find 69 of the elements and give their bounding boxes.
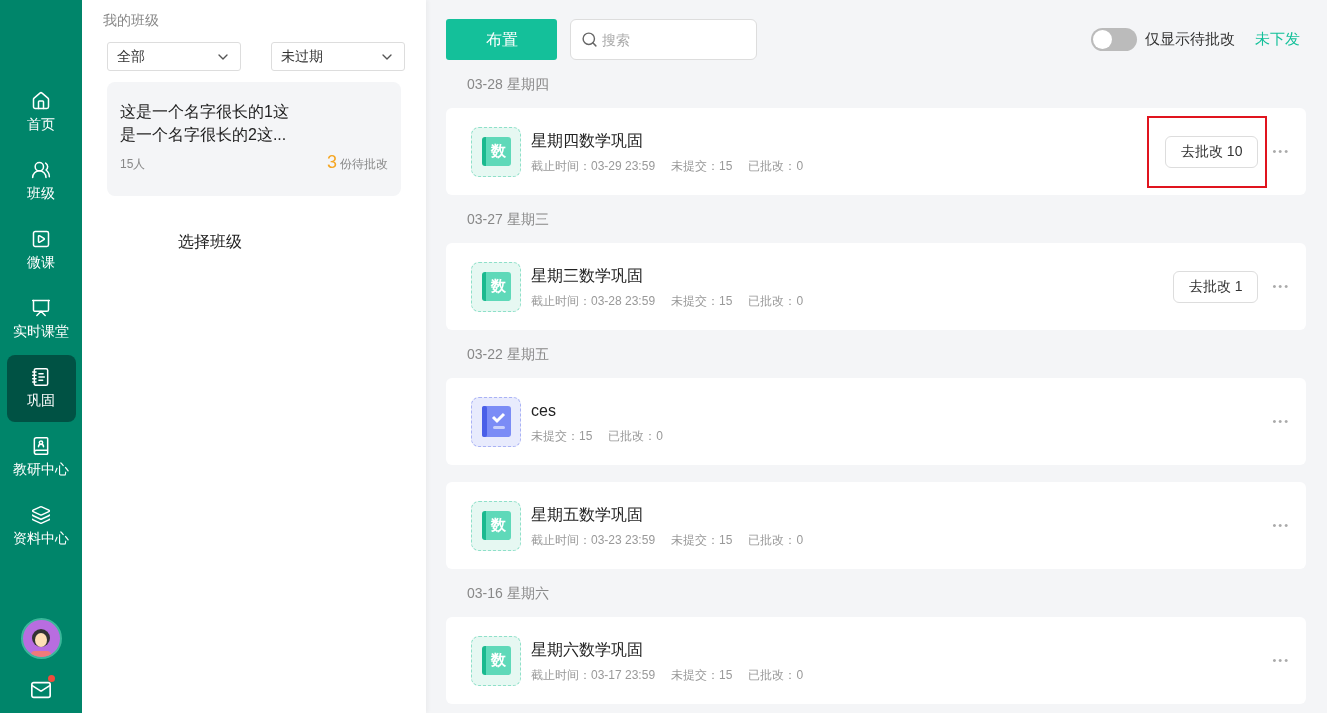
select-class-prompt: 选择班级 — [178, 232, 243, 252]
task-meta: 未提交：15 — [671, 157, 733, 175]
task-meta: 已批改：0 — [748, 666, 804, 684]
people-icon — [31, 159, 51, 180]
nav-item[interactable]: 首页 — [6, 79, 76, 146]
date-heading: 03-28 星期四 — [466, 75, 550, 94]
task-card[interactable]: 数 星期四数学巩固 截止时间：03-29 23:59 未提交：15 已批改：0 去批改 10 ••• — [446, 108, 1306, 195]
toggle-label: 仅显示待批改 — [1145, 29, 1235, 50]
grade-button[interactable]: 去批改 1 — [1172, 270, 1259, 303]
more-button[interactable]: ••• — [1272, 413, 1290, 430]
pending-label: 份待批改 — [340, 156, 388, 173]
task-meta: 未提交：15 — [671, 292, 733, 310]
panel-title: 我的班级 — [103, 11, 160, 30]
play-screen-icon — [31, 228, 51, 249]
member-count: 15人 — [120, 156, 146, 173]
task-meta: 已批改：0 — [748, 157, 804, 175]
task-meta: 已批改：0 — [748, 292, 804, 310]
grade-button[interactable]: 去批改 10 — [1164, 135, 1259, 168]
search-icon — [581, 31, 598, 48]
task-card[interactable]: 数 星期六数学巩固 截止时间：03-17 23:59 未提交：15 已批改：0 ••• — [446, 617, 1306, 704]
nav-item[interactable]: 教研中心 — [6, 424, 76, 491]
nav-item[interactable]: 巩固 — [6, 355, 76, 422]
nav-item[interactable]: 微课 — [6, 217, 76, 284]
more-button[interactable]: ••• — [1272, 278, 1290, 295]
class-card[interactable]: 这是一个名字很长的1这是一个名字很长的2这... 15人 3 份待批改 — [107, 82, 401, 196]
date-heading: 03-27 星期三 — [466, 210, 550, 229]
more-button[interactable]: ••• — [1272, 652, 1290, 669]
task-title: 星期六数学巩固 — [531, 639, 644, 660]
nav-item[interactable]: 班级 — [6, 148, 76, 215]
assign-button[interactable]: 布置 — [446, 19, 557, 60]
more-button[interactable]: ••• — [1272, 143, 1290, 160]
task-card[interactable]: ces 未提交：15 已批改：0 ••• — [446, 378, 1306, 465]
task-meta: 已批改：0 — [748, 531, 804, 549]
nav-item[interactable]: 资料中心 — [6, 493, 76, 560]
task-meta: 截止时间：03-28 23:59 — [531, 292, 656, 310]
date-heading: 03-22 星期五 — [466, 345, 550, 364]
math-subject-icon: 数 — [471, 126, 521, 177]
task-title: 星期三数学巩固 — [531, 265, 644, 286]
task-title: ces — [531, 400, 557, 421]
task-meta: 截止时间：03-17 23:59 — [531, 666, 656, 684]
task-meta: 未提交：15 — [671, 531, 733, 549]
toggle-switch[interactable] — [1091, 28, 1137, 51]
task-meta: 已批改：0 — [608, 427, 664, 445]
layers-icon — [31, 504, 51, 525]
presentation-board-icon — [31, 297, 51, 318]
filter-dropdown[interactable]: 未过期 — [271, 42, 405, 71]
home-icon — [31, 90, 51, 111]
nav-item[interactable]: 实时课堂 — [6, 286, 76, 353]
task-meta: 截止时间：03-23 23:59 — [531, 531, 656, 549]
task-meta: 未提交：15 — [671, 666, 733, 684]
task-card[interactable]: 数 星期五数学巩固 截止时间：03-23 23:59 未提交：15 已批改：0 ••• — [446, 482, 1306, 569]
date-heading: 03-16 星期六 — [466, 584, 550, 603]
class-name: 这是一个名字很长的1这是一个名字很长的2这... — [120, 102, 290, 145]
book-icon — [31, 435, 51, 456]
avatar[interactable] — [20, 618, 62, 659]
task-meta: 截止时间：03-29 23:59 — [531, 157, 656, 175]
pending-count: 3 — [327, 151, 337, 174]
mail-icon[interactable] — [30, 679, 52, 701]
more-button[interactable]: ••• — [1272, 517, 1290, 534]
task-meta: 未提交：15 — [531, 427, 593, 445]
task-card[interactable]: 数 星期三数学巩固 截止时间：03-28 23:59 未提交：15 已批改：0 去批改 1 ••• — [446, 243, 1306, 330]
math-subject-icon: 数 — [471, 261, 521, 312]
task-title: 星期五数学巩固 — [531, 504, 644, 525]
filter-dropdown[interactable]: 全部 — [107, 42, 241, 71]
notebook-icon — [31, 366, 51, 387]
math-subject-icon: 数 — [471, 635, 521, 686]
math-subject-icon: 数 — [471, 500, 521, 551]
task-title: 星期四数学巩固 — [531, 130, 644, 151]
search-field[interactable]: 搜索 — [570, 19, 757, 60]
